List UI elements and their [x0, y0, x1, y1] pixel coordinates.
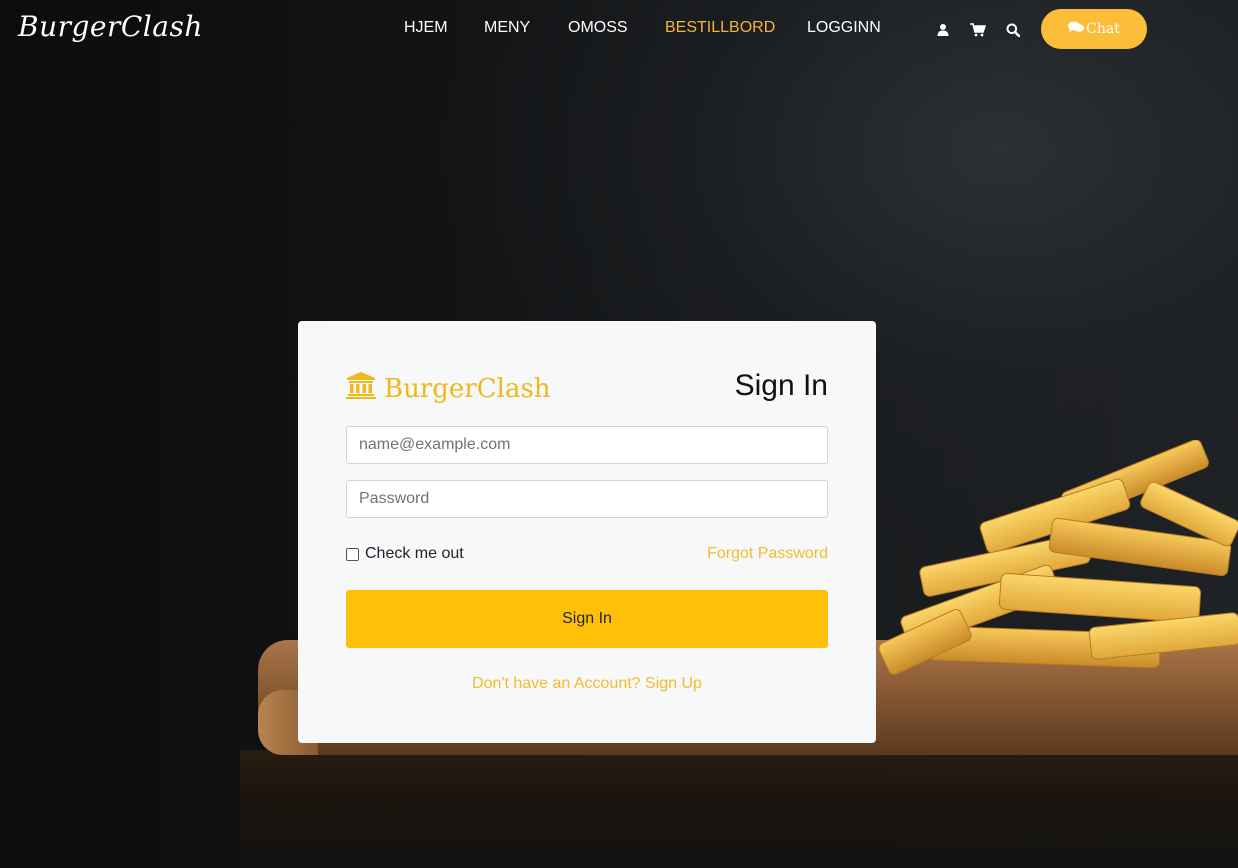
remember-me[interactable]: Check me out: [346, 545, 464, 563]
university-icon: [346, 371, 376, 406]
signin-card: BurgerClash Sign In Check me out Forgot …: [298, 321, 876, 743]
password-field[interactable]: [346, 480, 828, 518]
nav-link-omoss[interactable]: OMOSS: [568, 19, 628, 37]
card-logo: BurgerClash: [346, 371, 551, 406]
nav-link-bestillbord[interactable]: BESTILLBORD: [665, 19, 775, 37]
french-fries-image: [878, 440, 1238, 675]
comments-icon: [1068, 21, 1085, 37]
search-icon[interactable]: [1006, 22, 1021, 38]
user-icon[interactable]: [936, 22, 950, 36]
chat-label: Chat: [1086, 21, 1120, 37]
sign-up-link[interactable]: Don't have an Account? Sign Up: [298, 675, 876, 693]
chat-button[interactable]: Chat: [1041, 9, 1147, 49]
brand-logo[interactable]: BurgerClash: [18, 10, 203, 43]
sign-in-button[interactable]: Sign In: [346, 590, 828, 648]
table-reflection: [240, 750, 1238, 868]
nav-link-hjem[interactable]: HJEM: [404, 19, 448, 37]
card-logo-text: BurgerClash: [384, 373, 551, 404]
nav-link-meny[interactable]: MENY: [484, 19, 530, 37]
remember-checkbox[interactable]: [346, 547, 359, 561]
remember-label: Check me out: [365, 545, 464, 562]
nav-link-logginn[interactable]: LOGGINN: [807, 19, 881, 37]
cart-icon[interactable]: [970, 22, 987, 37]
forgot-password-link[interactable]: Forgot Password: [707, 545, 828, 563]
email-field[interactable]: [346, 426, 828, 464]
page-title: Sign In: [734, 369, 828, 402]
